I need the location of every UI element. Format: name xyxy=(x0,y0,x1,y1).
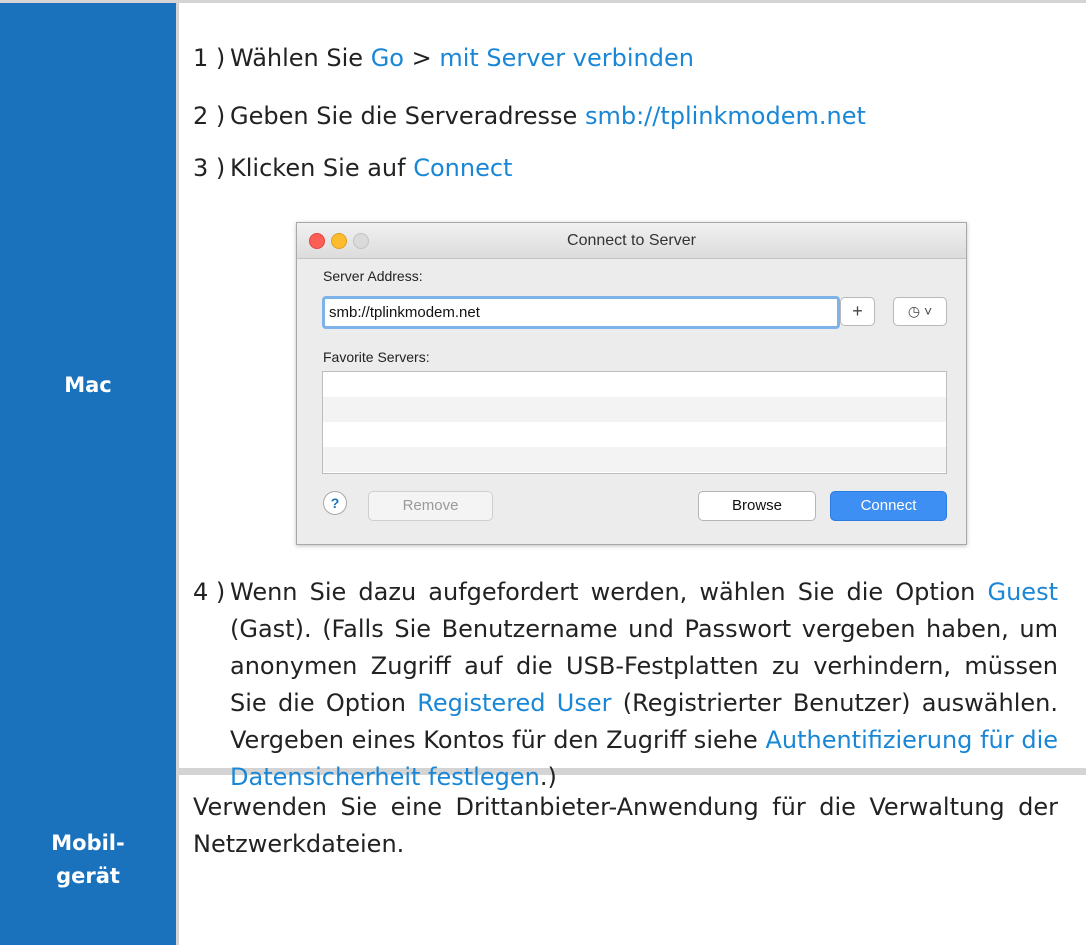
step-4: 4 ) Wenn Sie dazu aufgefordert werden, w… xyxy=(193,574,1058,796)
step-text: Klicken Sie auf xyxy=(230,154,414,182)
go-link[interactable]: Go xyxy=(371,44,404,72)
row-header-mobile-line1: Mobil- xyxy=(51,831,125,855)
add-favorite-button[interactable]: + xyxy=(840,297,875,326)
row-header-mac-label: Mac xyxy=(64,373,112,397)
browse-button[interactable]: Browse xyxy=(698,491,816,521)
dialog-title: Connect to Server xyxy=(567,232,696,249)
help-button[interactable]: ? xyxy=(323,491,347,515)
favorite-servers-label: Favorite Servers: xyxy=(323,349,430,365)
mobile-instructions: Verwenden Sie eine Drittanbieter-Anwendu… xyxy=(193,793,1058,858)
server-address-input[interactable]: smb://tplinkmodem.net xyxy=(322,296,840,329)
step-text: Wählen Sie xyxy=(230,44,371,72)
guest-link[interactable]: Guest xyxy=(988,578,1059,606)
column-divider xyxy=(176,3,179,945)
list-item[interactable] xyxy=(323,422,946,447)
step-number: 4 ) xyxy=(193,578,226,606)
recent-servers-button[interactable]: ◷ ˅ xyxy=(893,297,947,326)
registered-user-link[interactable]: Registered User xyxy=(417,689,611,717)
row-divider-header xyxy=(0,768,176,775)
favorite-servers-list[interactable] xyxy=(322,371,947,474)
step-number: 2 ) xyxy=(193,102,226,130)
connect-to-server-dialog: Connect to Server Server Address: smb://… xyxy=(296,222,967,545)
server-address-link[interactable]: smb://tplinkmodem.net xyxy=(585,102,866,130)
row-header-mac: Mac xyxy=(0,3,176,768)
instruction-table: Mac Mobil- gerät 1 ) Wählen Sie Go > mit … xyxy=(0,0,1086,945)
step-text: Geben Sie die Serveradresse xyxy=(230,102,585,130)
remove-button[interactable]: Remove xyxy=(368,491,493,521)
step-text: .) xyxy=(539,763,557,791)
step-4-text: Wenn Sie dazu aufgefordert werden, wähle… xyxy=(230,574,1058,796)
step-text: Wenn Sie dazu aufgefordert werden, wähle… xyxy=(230,578,988,606)
step-number: 3 ) xyxy=(193,154,226,182)
step-2: 2 ) Geben Sie die Serveradresse smb://tpl… xyxy=(193,102,866,130)
connect-link[interactable]: Connect xyxy=(413,154,512,182)
connect-button[interactable]: Connect xyxy=(830,491,947,521)
connect-to-server-link[interactable]: mit Server verbinden xyxy=(439,44,694,72)
dialog-titlebar: Connect to Server xyxy=(297,223,966,259)
list-item[interactable] xyxy=(323,372,946,397)
list-item[interactable] xyxy=(323,447,946,472)
server-address-label: Server Address: xyxy=(323,268,423,284)
step-number: 1 ) xyxy=(193,44,226,72)
step-3: 3 ) Klicken Sie auf Connect xyxy=(193,154,512,182)
list-item[interactable] xyxy=(323,397,946,422)
row-header-mobile-line2: gerät xyxy=(56,864,120,888)
row-header-mobile: Mobil- gerät xyxy=(0,775,176,945)
step-text: > xyxy=(403,44,440,72)
step-1: 1 ) Wählen Sie Go > mit Server verbinden xyxy=(193,44,694,72)
